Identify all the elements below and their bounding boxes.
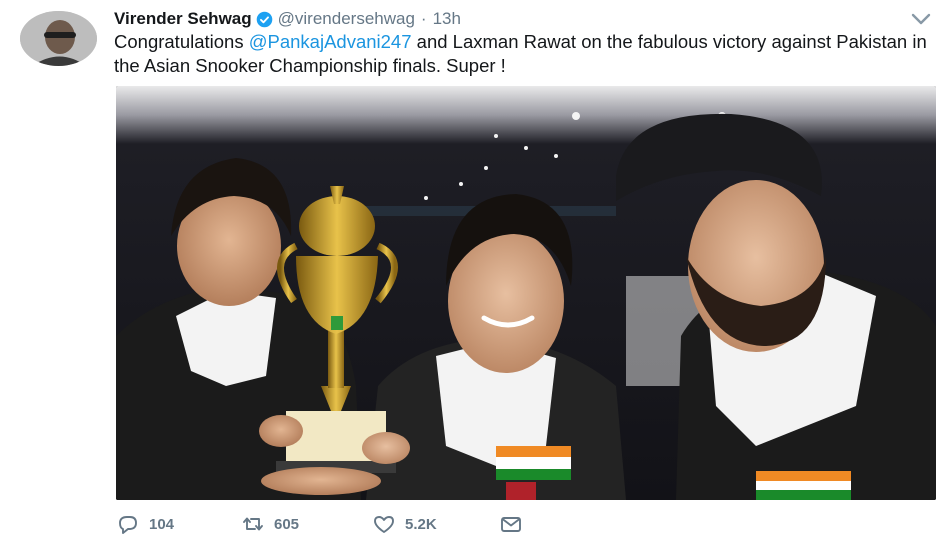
tweet-text: Congratulations @PankajAdvani247 and Lax… [114,30,934,78]
user-handle[interactable]: @virendersehwag [278,9,415,29]
retweet-icon [243,517,263,531]
like-count: 5.2K [405,515,437,533]
tweet-header: Virender Sehwag @virendersehwag · 13h [114,8,461,30]
tweet-photo[interactable] [116,86,936,500]
avatar[interactable] [20,11,97,66]
separator-dot: · [420,9,427,28]
envelope-icon [501,517,521,532]
like-button[interactable]: 5.2K [372,513,499,535]
photo-icon [116,86,936,500]
tweet-actions: 104 605 5.2K [116,512,523,536]
timestamp[interactable]: 13h [433,9,461,29]
chevron-down-icon[interactable] [910,12,932,26]
verified-badge-icon [256,11,273,28]
retweet-count: 605 [274,515,300,533]
mention-link[interactable]: @PankajAdvani247 [249,31,412,52]
direct-message-button[interactable] [499,513,523,535]
tweet: Virender Sehwag @virendersehwag · 13h Co… [0,0,952,536]
reply-icon [119,516,137,534]
display-name[interactable]: Virender Sehwag [114,9,252,29]
tweet-text-start: Congratulations [114,31,249,52]
reply-button[interactable]: 104 [116,513,241,535]
reply-count: 104 [149,515,175,533]
retweet-button[interactable]: 605 [241,513,372,535]
heart-icon [374,516,394,533]
